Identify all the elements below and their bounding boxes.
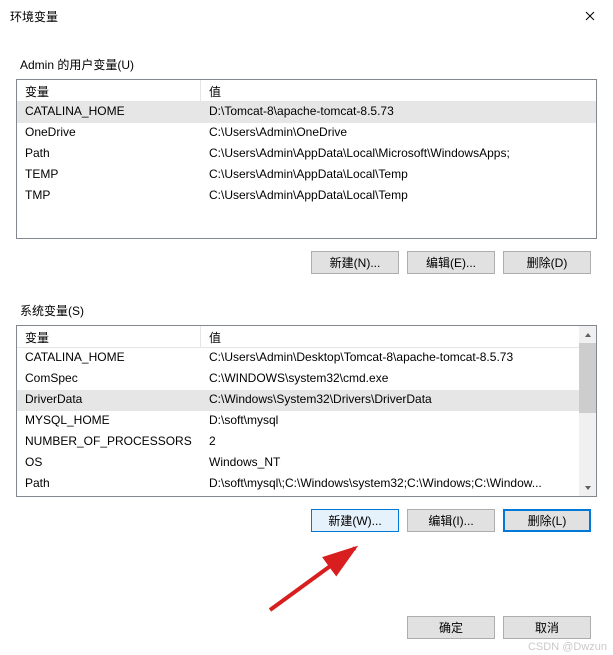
user-new-button[interactable]: 新建(N)... — [311, 251, 399, 274]
cell-name: OS — [17, 453, 201, 474]
cell-value: Windows_NT — [201, 453, 579, 474]
cell-name: CATALINA_HOME — [17, 102, 201, 123]
table-row[interactable]: NUMBER_OF_PROCESSORS2 — [17, 432, 579, 453]
cell-name: NUMBER_OF_PROCESSORS — [17, 432, 201, 453]
col-value[interactable]: 值 — [201, 326, 596, 348]
window-title: 环境变量 — [10, 8, 58, 25]
cell-value: D:\soft\mysql\;C:\Windows\system32;C:\Wi… — [201, 474, 579, 495]
system-vars-header: 变量 值 — [17, 326, 596, 348]
title-bar: 环境变量 — [0, 0, 613, 32]
table-row[interactable]: DriverDataC:\Windows\System32\Drivers\Dr… — [17, 390, 579, 411]
annotation-arrow — [260, 540, 380, 620]
system-new-button[interactable]: 新建(W)... — [311, 509, 399, 532]
scroll-up-icon[interactable] — [579, 326, 596, 343]
cell-value: C:\Users\Admin\AppData\Local\Microsoft\W… — [201, 144, 596, 165]
table-row[interactable]: OSWindows_NT — [17, 453, 579, 474]
table-row[interactable]: OneDriveC:\Users\Admin\OneDrive — [17, 123, 596, 144]
cell-value: C:\Users\Admin\Desktop\Tomcat-8\apache-t… — [201, 348, 579, 369]
cell-value: 2 — [201, 432, 579, 453]
cell-value: C:\Users\Admin\OneDrive — [201, 123, 596, 144]
scroll-thumb[interactable] — [579, 343, 596, 413]
col-value[interactable]: 值 — [201, 80, 596, 102]
table-row[interactable]: PathD:\soft\mysql\;C:\Windows\system32;C… — [17, 474, 579, 495]
cell-name: DriverData — [17, 390, 201, 411]
table-row[interactable]: CATALINA_HOMED:\Tomcat-8\apache-tomcat-8… — [17, 102, 596, 123]
cell-value: C:\Windows\System32\Drivers\DriverData — [201, 390, 579, 411]
system-delete-button[interactable]: 删除(L) — [503, 509, 591, 532]
user-vars-label: Admin 的用户变量(U) — [20, 56, 597, 73]
cell-value: C:\WINDOWS\system32\cmd.exe — [201, 369, 579, 390]
cell-value: C:\Users\Admin\AppData\Local\Temp — [201, 186, 596, 207]
system-vars-scrollbar[interactable] — [579, 326, 596, 496]
cell-name: MYSQL_HOME — [17, 411, 201, 432]
user-delete-button[interactable]: 删除(D) — [503, 251, 591, 274]
cancel-button[interactable]: 取消 — [503, 616, 591, 639]
col-name[interactable]: 变量 — [17, 80, 201, 102]
cell-value: C:\Users\Admin\AppData\Local\Temp — [201, 165, 596, 186]
system-edit-button[interactable]: 编辑(I)... — [407, 509, 495, 532]
system-vars-list[interactable]: 变量 值 CATALINA_HOMEC:\Users\Admin\Desktop… — [16, 325, 597, 497]
user-vars-header: 变量 值 — [17, 80, 596, 102]
cell-name: CATALINA_HOME — [17, 348, 201, 369]
table-row[interactable]: TMPC:\Users\Admin\AppData\Local\Temp — [17, 186, 596, 207]
table-row[interactable]: MYSQL_HOMED:\soft\mysql — [17, 411, 579, 432]
table-row[interactable]: PathC:\Users\Admin\AppData\Local\Microso… — [17, 144, 596, 165]
cell-value: D:\soft\mysql — [201, 411, 579, 432]
cell-name: ComSpec — [17, 369, 201, 390]
watermark: CSDN @Dwzun — [528, 641, 607, 653]
close-icon — [585, 11, 595, 21]
cell-value: D:\Tomcat-8\apache-tomcat-8.5.73 — [201, 102, 596, 123]
table-row[interactable]: TEMPC:\Users\Admin\AppData\Local\Temp — [17, 165, 596, 186]
cell-name: OneDrive — [17, 123, 201, 144]
table-row[interactable]: CATALINA_HOMEC:\Users\Admin\Desktop\Tomc… — [17, 348, 579, 369]
close-button[interactable] — [567, 0, 613, 32]
table-row[interactable]: ComSpecC:\WINDOWS\system32\cmd.exe — [17, 369, 579, 390]
system-vars-label: 系统变量(S) — [20, 302, 597, 319]
cell-name: TEMP — [17, 165, 201, 186]
cell-name: Path — [17, 144, 201, 165]
scroll-down-icon[interactable] — [579, 479, 596, 496]
col-name[interactable]: 变量 — [17, 326, 201, 348]
cell-name: Path — [17, 474, 201, 495]
cell-name: TMP — [17, 186, 201, 207]
user-edit-button[interactable]: 编辑(E)... — [407, 251, 495, 274]
ok-button[interactable]: 确定 — [407, 616, 495, 639]
user-vars-list[interactable]: 变量 值 CATALINA_HOMED:\Tomcat-8\apache-tom… — [16, 79, 597, 239]
